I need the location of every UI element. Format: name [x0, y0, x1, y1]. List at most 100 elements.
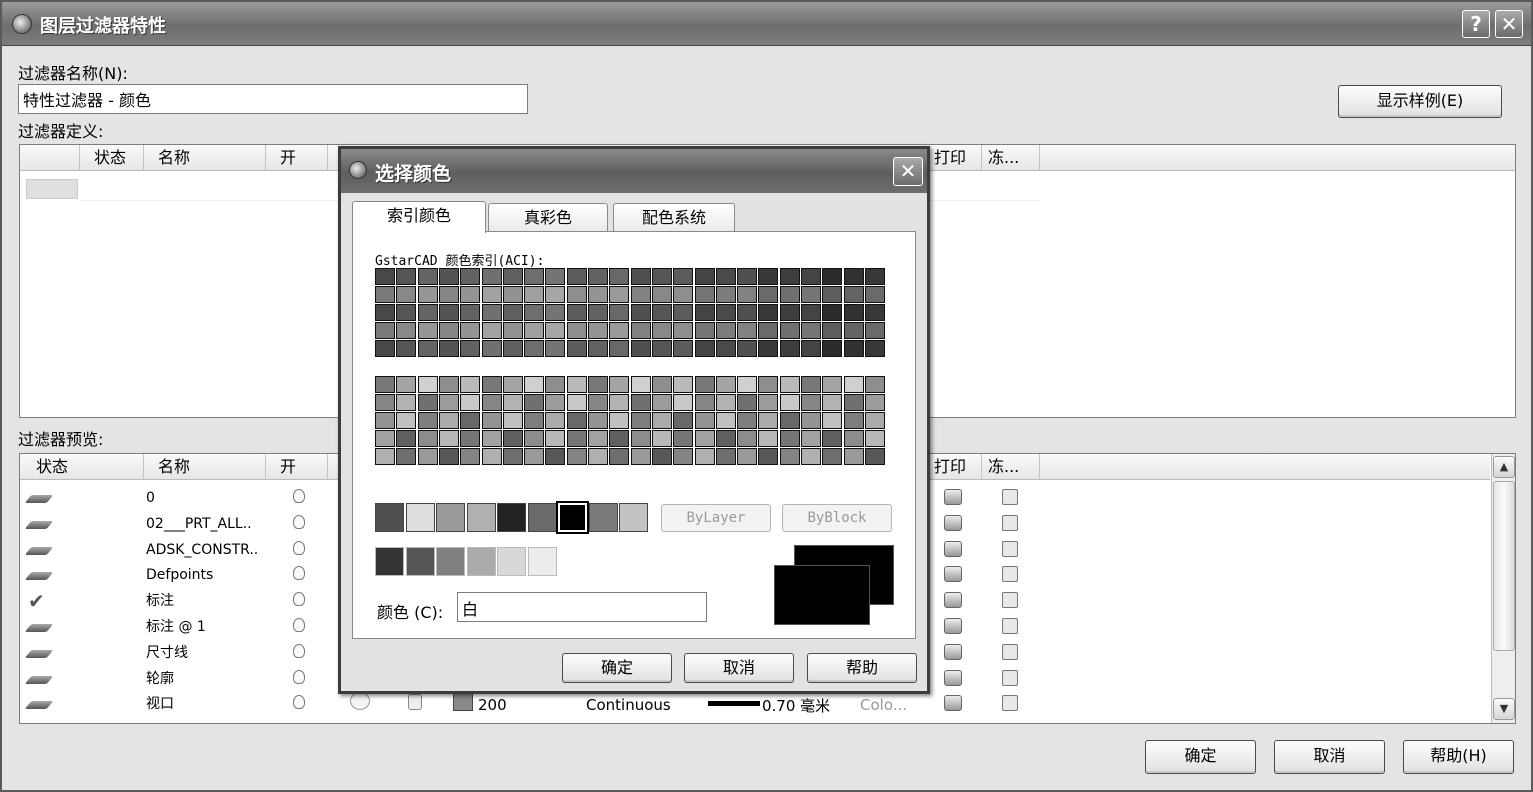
- aci-color-cell[interactable]: [524, 448, 545, 465]
- aci-color-cell[interactable]: [566, 430, 587, 447]
- aci-color-cell[interactable]: [417, 376, 438, 393]
- standard-color-swatch[interactable]: [466, 503, 496, 532]
- standard-color-swatch[interactable]: [405, 503, 435, 532]
- standard-color-swatch[interactable]: [497, 503, 526, 532]
- aci-color-cell[interactable]: [524, 322, 545, 339]
- aci-color-cell[interactable]: [524, 412, 545, 429]
- aci-color-cell[interactable]: [673, 268, 694, 285]
- aci-color-cell[interactable]: [737, 394, 758, 411]
- aci-color-cell[interactable]: [481, 340, 502, 357]
- aci-color-cell[interactable]: [864, 430, 885, 447]
- col-plot[interactable]: 打印: [928, 145, 982, 171]
- aci-color-cell[interactable]: [715, 430, 736, 447]
- col-name[interactable]: 名称: [144, 454, 266, 480]
- aci-color-cell[interactable]: [801, 430, 821, 447]
- aci-color-cell[interactable]: [502, 268, 523, 285]
- aci-color-cell[interactable]: [438, 376, 459, 393]
- aci-color-cell[interactable]: [779, 322, 800, 339]
- aci-color-cell[interactable]: [758, 394, 779, 411]
- layer-name[interactable]: 标注: [146, 588, 174, 614]
- aci-color-cell[interactable]: [481, 376, 502, 393]
- aci-color-cell[interactable]: [630, 430, 651, 447]
- aci-color-cell[interactable]: [779, 340, 800, 357]
- aci-color-cell[interactable]: [524, 304, 545, 321]
- aci-color-cell[interactable]: [396, 304, 417, 321]
- aci-color-cell[interactable]: [396, 376, 417, 393]
- aci-color-cell[interactable]: [651, 304, 672, 321]
- gray-shade-swatches[interactable]: [375, 547, 565, 577]
- aci-color-cell[interactable]: [609, 394, 630, 411]
- aci-color-cell[interactable]: [502, 286, 523, 303]
- aci-color-cell[interactable]: [609, 376, 630, 393]
- aci-color-cell[interactable]: [609, 286, 630, 303]
- aci-color-cell[interactable]: [460, 430, 481, 447]
- freeze-icon[interactable]: [1002, 540, 1018, 557]
- aci-color-cell[interactable]: [694, 430, 715, 447]
- layer-name[interactable]: 尺寸线: [146, 640, 188, 666]
- freeze-icon[interactable]: [1002, 489, 1018, 505]
- aci-color-cell[interactable]: [673, 322, 694, 339]
- aci-color-cell[interactable]: [673, 448, 694, 465]
- aci-color-cell[interactable]: [566, 394, 587, 411]
- aci-color-cell[interactable]: [545, 286, 566, 303]
- aci-color-cell[interactable]: [822, 394, 843, 411]
- aci-color-cell[interactable]: [673, 394, 694, 411]
- aci-color-cell[interactable]: [694, 448, 715, 465]
- aci-color-cell[interactable]: [715, 412, 736, 429]
- aci-color-cell[interactable]: [566, 448, 587, 465]
- aci-color-cell[interactable]: [396, 268, 417, 285]
- freeze-icon[interactable]: [1002, 669, 1018, 686]
- aci-color-cell[interactable]: [545, 376, 566, 393]
- aci-color-cell[interactable]: [609, 448, 630, 465]
- aci-color-cell[interactable]: [822, 304, 843, 321]
- aci-color-cell[interactable]: [864, 304, 885, 321]
- ok-button[interactable]: 确定: [1145, 740, 1256, 774]
- aci-color-cell[interactable]: [588, 268, 608, 285]
- aci-color-cell[interactable]: [864, 322, 885, 339]
- lightbulb-icon[interactable]: [293, 514, 305, 529]
- gray-shade-swatch[interactable]: [527, 547, 557, 576]
- aci-color-cell[interactable]: [758, 268, 779, 285]
- aci-color-cell[interactable]: [651, 286, 672, 303]
- filter-name-input[interactable]: 特性过滤器 - 颜色: [18, 84, 528, 114]
- aci-color-cell[interactable]: [566, 268, 587, 285]
- aci-color-cell[interactable]: [737, 304, 758, 321]
- aci-color-cell[interactable]: [673, 430, 694, 447]
- lightbulb-icon[interactable]: [293, 592, 305, 607]
- aci-color-cell[interactable]: [822, 430, 843, 447]
- aci-color-cell[interactable]: [758, 304, 779, 321]
- col-plot[interactable]: 打印: [928, 454, 982, 480]
- byblock-button[interactable]: ByBlock: [782, 504, 892, 532]
- standard-color-swatch[interactable]: [588, 503, 618, 532]
- aci-color-cell[interactable]: [779, 376, 800, 393]
- layer-icon[interactable]: [24, 624, 54, 632]
- aci-color-cell[interactable]: [822, 340, 843, 357]
- vertical-scrollbar[interactable]: ▲ ▼: [1491, 454, 1515, 723]
- aci-color-cell[interactable]: [524, 268, 545, 285]
- aci-color-cell[interactable]: [545, 268, 566, 285]
- aci-color-cell[interactable]: [460, 394, 481, 411]
- aci-color-cell[interactable]: [502, 322, 523, 339]
- aci-color-cell[interactable]: [588, 340, 608, 357]
- aci-color-cell[interactable]: [864, 412, 885, 429]
- aci-color-cell[interactable]: [673, 304, 694, 321]
- aci-color-cell[interactable]: [545, 340, 566, 357]
- aci-color-cell[interactable]: [630, 394, 651, 411]
- printer-icon[interactable]: [944, 695, 962, 712]
- aci-color-cell[interactable]: [438, 286, 459, 303]
- aci-color-cell[interactable]: [438, 412, 459, 429]
- aci-color-cell[interactable]: [715, 268, 736, 285]
- col-freeze[interactable]: 冻...: [982, 145, 1040, 171]
- aci-color-cell[interactable]: [694, 304, 715, 321]
- col-status[interactable]: 状态: [20, 454, 144, 480]
- aci-color-cell[interactable]: [609, 430, 630, 447]
- aci-color-cell[interactable]: [864, 448, 885, 465]
- show-example-button[interactable]: 显示样例(E): [1338, 85, 1502, 118]
- aci-color-cell[interactable]: [609, 340, 630, 357]
- gray-shade-swatch[interactable]: [375, 547, 404, 576]
- col-freeze[interactable]: 冻...: [982, 454, 1040, 480]
- aci-color-cell[interactable]: [396, 286, 417, 303]
- aci-color-cell[interactable]: [864, 394, 885, 411]
- aci-color-cell[interactable]: [545, 412, 566, 429]
- aci-color-cell[interactable]: [737, 268, 758, 285]
